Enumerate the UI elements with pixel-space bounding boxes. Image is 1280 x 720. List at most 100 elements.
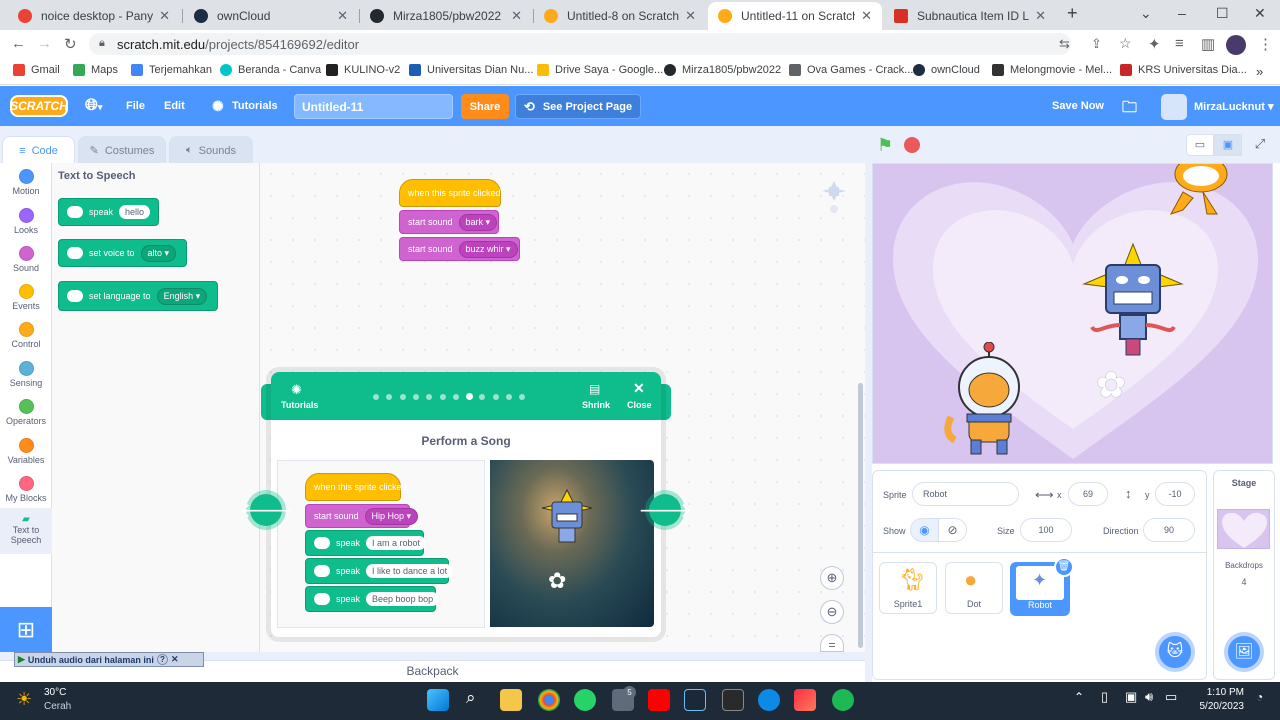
chrome-menu-icon[interactable]: ⋮ bbox=[1258, 35, 1273, 53]
stop-sign-icon[interactable] bbox=[904, 137, 920, 153]
browser-tab[interactable]: noice desktop - Panyliksikan ✕ bbox=[8, 2, 180, 30]
close-tab-icon[interactable]: ✕ bbox=[159, 8, 170, 24]
show-hidden-eye-icon[interactable]: ⊘ bbox=[938, 518, 967, 542]
step-dot[interactable] bbox=[452, 394, 459, 400]
youtube-icon[interactable] bbox=[648, 689, 670, 711]
chrome-icon[interactable] bbox=[538, 689, 560, 711]
app-icon[interactable] bbox=[758, 689, 780, 711]
bookmark-item[interactable]: Drive Saya - Google... bbox=[537, 64, 663, 76]
bookmark-item[interactable]: Gmail bbox=[13, 64, 60, 76]
bookmark-item[interactable]: Ova Games - Crack... bbox=[789, 64, 913, 76]
step-dot[interactable] bbox=[412, 394, 419, 400]
choose-backdrop-button[interactable]: 🖼︎ bbox=[1224, 632, 1264, 672]
bookmark-item[interactable]: Maps bbox=[73, 64, 118, 76]
edit-menu[interactable]: Edit bbox=[164, 100, 185, 112]
fullscreen-icon[interactable]: ⤢ bbox=[1247, 134, 1273, 156]
set-voice-block[interactable]: set voice to alto ▾ bbox=[58, 239, 187, 267]
save-now-button[interactable]: Save Now bbox=[1052, 100, 1104, 112]
step-dot[interactable] bbox=[519, 394, 526, 400]
close-window-icon[interactable]: ✕ bbox=[1254, 5, 1266, 22]
step-dot[interactable] bbox=[439, 394, 446, 400]
step-dot[interactable] bbox=[386, 394, 393, 400]
steam-icon[interactable] bbox=[684, 689, 706, 711]
zoom-in-button[interactable]: ⊕ bbox=[820, 566, 844, 590]
start-sound-block[interactable]: start sound bark ▾ bbox=[399, 210, 499, 234]
share-icon[interactable]: ⇪ bbox=[1091, 36, 1102, 52]
close-tab-icon[interactable]: ✕ bbox=[337, 8, 348, 24]
category-events[interactable]: Events bbox=[0, 284, 52, 311]
stage-canvas[interactable]: ✿ bbox=[872, 163, 1273, 464]
category-looks[interactable]: Looks bbox=[0, 208, 52, 235]
tutorial-video-preview[interactable]: ✿ bbox=[490, 460, 654, 627]
sprite-thumb-dot[interactable]: ● Dot bbox=[945, 562, 1003, 614]
download-audio-bar[interactable]: ▶ Unduh audio dari halaman ini ? ✕ bbox=[14, 652, 204, 667]
category-motion[interactable]: Motion bbox=[0, 169, 52, 196]
translate-icon[interactable]: ⇆ bbox=[1059, 36, 1070, 52]
back-icon[interactable]: ← bbox=[11, 35, 26, 52]
bookmark-item[interactable]: KULINO-v2 bbox=[326, 64, 400, 76]
epic-games-icon[interactable] bbox=[722, 689, 744, 711]
my-stuff-folder-icon[interactable]: 🗀 bbox=[1122, 97, 1137, 122]
category-my-blocks[interactable]: My Blocks bbox=[0, 476, 52, 503]
close-tab-icon[interactable]: ✕ bbox=[685, 8, 696, 24]
music-icon[interactable] bbox=[794, 689, 816, 711]
language-globe-icon[interactable]: 🌐︎▾ bbox=[85, 97, 102, 115]
username-menu[interactable]: MirzaLucknut ▾ bbox=[1194, 100, 1273, 113]
step-dot[interactable] bbox=[399, 394, 406, 400]
address-bar[interactable]: 🔒︎ scratch.mit.edu/projects/854169692/ed… bbox=[89, 33, 1132, 55]
browser-tab-active[interactable]: Untitled-11 on Scratch ✕ bbox=[708, 2, 882, 30]
notifications-icon[interactable]: ◔ bbox=[1256, 690, 1263, 704]
when-sprite-clicked-hat[interactable]: when this sprite clicked bbox=[399, 179, 501, 207]
bookmark-item[interactable]: Beranda - Canva bbox=[220, 64, 321, 76]
browser-tab[interactable]: Subnautica Item ID List with ✕ bbox=[884, 2, 1056, 30]
battery-icon[interactable]: ▭ bbox=[1165, 689, 1177, 705]
close-tab-icon[interactable]: ✕ bbox=[861, 8, 872, 24]
tab-costumes[interactable]: ✎ Costumes bbox=[78, 136, 166, 164]
set-language-block[interactable]: set language to English ▾ bbox=[58, 281, 218, 311]
user-avatar[interactable] bbox=[1161, 94, 1187, 120]
help-icon[interactable]: ? bbox=[156, 654, 168, 665]
step-dot[interactable] bbox=[479, 394, 486, 400]
network-icon[interactable]: ▣ bbox=[1125, 689, 1137, 705]
new-tab-icon[interactable]: + bbox=[1067, 3, 1078, 24]
see-project-page-button[interactable]: ⟲ See Project Page bbox=[515, 94, 641, 119]
step-dot[interactable] bbox=[426, 394, 433, 400]
language-dropdown[interactable]: English ▾ bbox=[156, 287, 208, 305]
windows-start-icon[interactable] bbox=[427, 689, 449, 711]
close-tab-icon[interactable]: ✕ bbox=[511, 8, 522, 24]
category-text-to-speech[interactable]: ▰ Text to Speech bbox=[0, 508, 52, 554]
whatsapp-icon[interactable] bbox=[574, 689, 596, 711]
bookmark-item[interactable]: Universitas Dian Nu... bbox=[409, 64, 533, 76]
small-stage-button[interactable]: ▭ bbox=[1186, 134, 1214, 156]
y-input[interactable]: -10 bbox=[1155, 482, 1195, 506]
share-button[interactable]: Share bbox=[461, 94, 509, 119]
step-dot[interactable] bbox=[506, 394, 512, 400]
step-dot[interactable] bbox=[373, 394, 379, 400]
zoom-out-button[interactable]: ⊖ bbox=[820, 600, 844, 624]
tray-chevron-icon[interactable]: ⌃ bbox=[1074, 690, 1084, 704]
bookmark-item[interactable]: Melongmovie - Mel... bbox=[992, 64, 1112, 76]
bookmark-item[interactable]: Mirza1805/pbw2022 bbox=[664, 64, 781, 76]
minimize-icon[interactable]: – bbox=[1178, 5, 1186, 21]
forward-icon[interactable]: → bbox=[37, 35, 52, 52]
bookmark-item[interactable]: Terjemahkan bbox=[131, 64, 212, 76]
delete-sprite-icon[interactable]: 🗑︎ bbox=[1054, 557, 1074, 577]
project-title-input[interactable] bbox=[294, 94, 453, 119]
tutorials-menu[interactable]: Tutorials bbox=[232, 100, 278, 112]
close-bar-icon[interactable]: ✕ bbox=[171, 654, 179, 665]
tutorials-link[interactable]: Tutorials bbox=[281, 400, 318, 410]
x-input[interactable]: 69 bbox=[1068, 482, 1108, 506]
browser-tab[interactable]: Untitled-8 on Scratch ✕ bbox=[534, 2, 706, 30]
usb-icon[interactable]: ▯ bbox=[1101, 689, 1108, 705]
spotify-icon[interactable] bbox=[832, 689, 854, 711]
scratch-logo[interactable]: SCRATCH bbox=[10, 95, 68, 117]
more-bookmarks-icon[interactable]: » bbox=[1256, 64, 1263, 79]
show-visible-eye-icon[interactable]: ◉ bbox=[910, 518, 939, 542]
bookmark-star-icon[interactable]: ☆ bbox=[1119, 35, 1132, 52]
clock-time[interactable]: 1:10 PM bbox=[1194, 687, 1244, 698]
close-tab-icon[interactable]: ✕ bbox=[1035, 8, 1046, 24]
browser-tab[interactable]: Mirza1805/pbw2022 ✕ bbox=[360, 2, 532, 30]
speak-input[interactable]: hello bbox=[119, 205, 151, 219]
side-panel-icon[interactable]: ▥ bbox=[1201, 35, 1215, 53]
close-button[interactable]: Close bbox=[627, 400, 652, 410]
